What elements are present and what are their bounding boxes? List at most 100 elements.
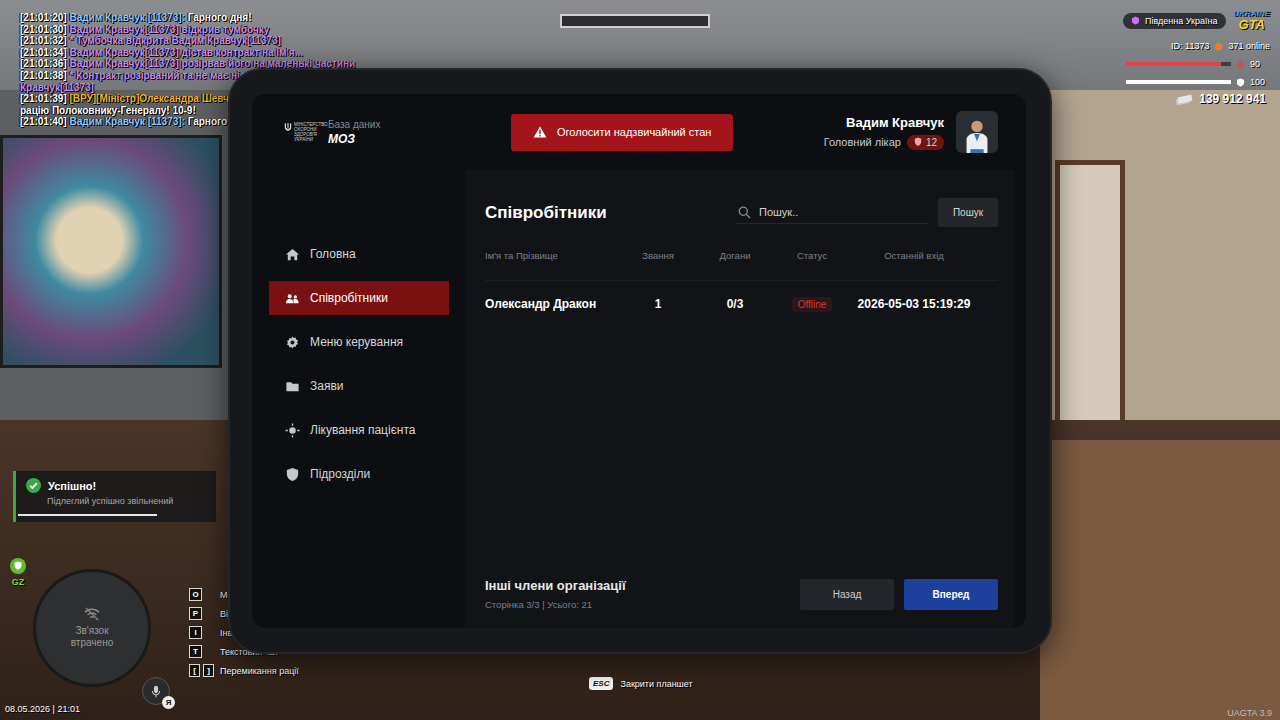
rank-badge: 12	[907, 135, 944, 150]
online-count: 371 online	[1228, 41, 1270, 51]
notification-timer	[18, 514, 208, 516]
health-icon	[1236, 60, 1245, 69]
page-button[interactable]: Вперед	[904, 579, 998, 610]
tablet-body: Головна Співробітники Меню керування Заяви Л…	[252, 170, 1026, 628]
notification-text: Підлеглий успішно звільнений	[26, 496, 208, 506]
armor-bar	[1126, 80, 1231, 84]
zone-label: GZ	[12, 577, 25, 587]
employee-reprimands: 0/3	[694, 297, 776, 311]
footer-title: Інші члени організації	[485, 578, 626, 593]
chat-text: [21:01:32]	[20, 35, 67, 46]
table-row[interactable]: Олександр Дракон10/3Offline2026-05-03 15…	[485, 280, 998, 327]
voice-button[interactable]: Я	[142, 677, 170, 705]
column-header: Звання	[622, 250, 694, 261]
employees-table: Ім'я та ПрізвищеЗванняДоганиСтатусОстанн…	[485, 243, 998, 327]
status-badge: Offline	[792, 297, 833, 312]
sun-icon	[285, 423, 300, 438]
user-profile: Вадим КравчукГоловний лікар12	[824, 111, 998, 153]
notification-title: Успішно!	[48, 480, 96, 492]
microphone-icon	[151, 685, 161, 698]
money-row: 139 912 941	[1175, 92, 1270, 106]
key-cap: P	[189, 607, 202, 620]
employee-status-cell: Offline	[776, 297, 848, 311]
chat-text: [21:01:30]	[20, 24, 67, 35]
armor-row: 100	[1126, 77, 1270, 87]
pagination: Назад Вперед	[800, 579, 998, 610]
chat-line: [21:01:32] * Тумбочка відкрита Вадим Кра…	[20, 35, 402, 47]
sidebar-label: Меню керування	[310, 335, 403, 349]
health-value: 90	[1250, 59, 1270, 69]
employee-rank: 1	[622, 297, 694, 311]
armor-fill	[1126, 80, 1231, 84]
player-hud: Південна УкраїнаUKRAINEGTAID: 11373371 o…	[1070, 10, 1270, 106]
sidebar-item[interactable]: Головна	[269, 237, 449, 271]
search-field[interactable]	[736, 201, 928, 224]
sidebar-item[interactable]: Меню керування	[269, 325, 449, 359]
sidebar-item[interactable]: Підрозділи	[269, 457, 449, 491]
chat-text: [21:01:20]	[20, 12, 67, 23]
user-avatar	[956, 111, 998, 153]
sidebar-item[interactable]: Заяви	[269, 369, 449, 403]
user-info: Вадим КравчукГоловний лікар12	[824, 115, 944, 150]
chat-text: [21:01:34]	[20, 47, 67, 58]
sidebar-item[interactable]: Співробітники	[269, 281, 449, 315]
user-role: Головний лікар	[824, 136, 901, 148]
key-hint: [] Перемикання рації	[189, 664, 299, 677]
armor-icon	[1236, 78, 1245, 87]
page-button[interactable]: Назад	[800, 579, 894, 610]
emergency-button[interactable]: Оголосити надзвичайний стан	[511, 114, 733, 151]
notification-header: Успішно!	[26, 478, 208, 493]
chat-text: [21:01:36]	[20, 58, 67, 69]
key-cap[interactable]: ESC	[589, 677, 613, 690]
search-input[interactable]	[757, 205, 926, 219]
ministry-emblem: МІНІСТЕРСТВО ОХОРОНИ ЗДОРОВ'Я УКРАЇНИ	[284, 122, 322, 143]
money-icon	[1175, 93, 1193, 105]
online-icon	[1215, 43, 1222, 50]
table-header: Ім'я та ПрізвищеЗванняДоганиСтатусОстанн…	[485, 243, 998, 267]
shield-icon	[914, 137, 922, 147]
sidebar-label: Головна	[310, 247, 356, 261]
rank-value: 12	[926, 137, 937, 148]
notification: Успішно! Підлеглий успішно звільнений	[13, 471, 216, 522]
key-cap: ]	[203, 664, 214, 677]
close-hint-label: Закрити планшет	[620, 679, 692, 689]
title-row: СпівробітникиПошук	[485, 198, 998, 227]
search-button[interactable]: Пошук	[938, 198, 998, 227]
folder-icon	[285, 379, 300, 394]
painting	[0, 135, 222, 368]
employee-name: Олександр Дракон	[485, 297, 622, 311]
chat-text: Вадим Кравчук[11373] дістав контракт на …	[67, 47, 303, 58]
ceiling-vent	[560, 14, 710, 28]
employees-panel: СпівробітникиПошук Ім'я та ПрізвищеЗвання…	[465, 170, 1014, 628]
shield-icon	[10, 558, 26, 574]
key-group: I	[189, 626, 214, 639]
version-label: UAGTA 3.9	[1227, 708, 1272, 718]
emergency-label: Оголосити надзвичайний стан	[557, 126, 711, 138]
column-header: Ім'я та Прізвище	[485, 250, 622, 261]
search-icon	[738, 206, 751, 219]
tablet: МІНІСТЕРСТВО ОХОРОНИ ЗДОРОВ'Я УКРАЇНИБаз…	[228, 68, 1052, 654]
money-amount: 139 912 941	[1199, 92, 1266, 106]
people-icon	[285, 291, 300, 306]
minimap: Зв'язок втрачено	[33, 569, 151, 687]
key-group: []	[189, 664, 214, 677]
game-logo: UKRAINEGTA	[1234, 10, 1270, 31]
logo-text: UKRAINE	[1234, 10, 1270, 18]
sidebar-item[interactable]: Лікування пацієнта	[269, 413, 449, 447]
brand: МІНІСТЕРСТВО ОХОРОНИ ЗДОРОВ'Я УКРАЇНИБаз…	[284, 119, 511, 146]
datetime: 08.05.2026 | 21:01	[5, 704, 80, 714]
health-bar	[1126, 62, 1231, 66]
key-group: O	[189, 588, 214, 601]
key-cap: T	[189, 645, 202, 658]
footer-info: Інші члени організаціїСторінка 3/3 | Усь…	[485, 578, 626, 610]
key-cap: [	[189, 664, 200, 677]
voice-badge: Я	[162, 696, 175, 709]
column-header: Догани	[694, 250, 776, 261]
trident-icon	[284, 122, 292, 132]
chat-text: Вадим Кравчук[11373] відкрив тумбочку	[67, 24, 270, 35]
doctor-avatar-icon	[958, 115, 996, 153]
key-label: Перемикання рації	[220, 666, 299, 676]
chat-text: Вадим Кравчук [11373]:	[67, 12, 185, 23]
id-row: ID: 11373371 online	[1171, 41, 1270, 51]
no-signal-icon	[83, 607, 101, 621]
